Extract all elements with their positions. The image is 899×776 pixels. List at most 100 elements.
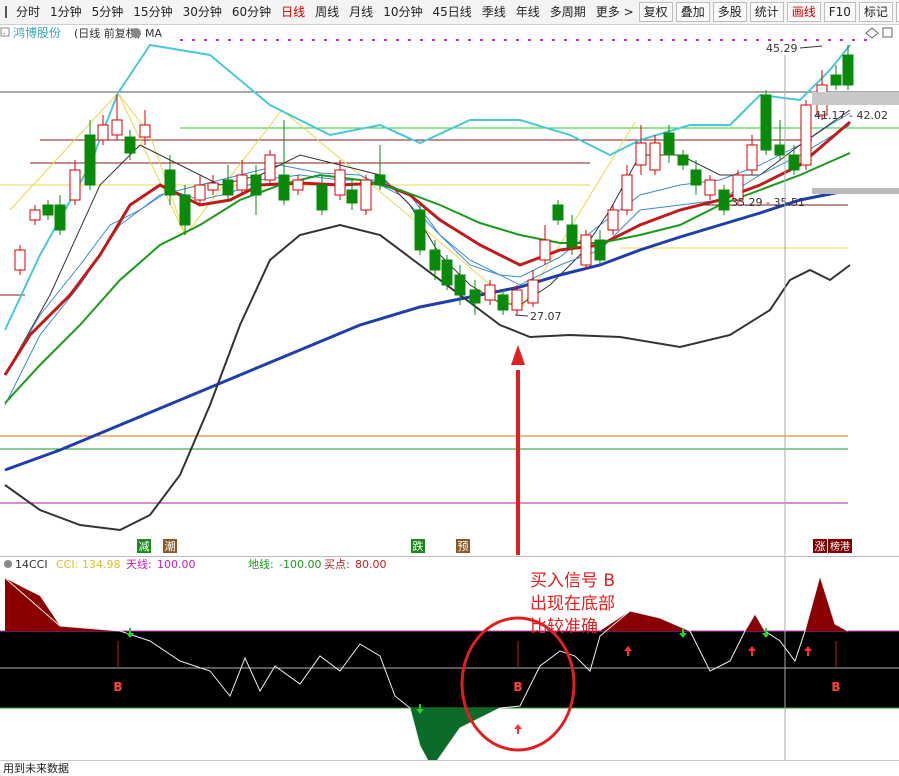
candle-body (454, 274, 466, 296)
cci-label: CCI: (56, 558, 78, 571)
candle-body (69, 169, 81, 201)
candle-body (278, 174, 290, 201)
high-price-label: 45.29 (766, 42, 798, 55)
mid-label: 35.29 - 35.51 (731, 196, 805, 209)
top-dotted-line (180, 39, 760, 41)
cci-settings-icon[interactable] (4, 560, 12, 568)
candle-body (164, 169, 176, 196)
up-arrow-icon (514, 724, 522, 734)
period-tab-7[interactable]: 周线 (310, 0, 344, 24)
candle-body (222, 179, 234, 196)
candle-body (346, 189, 358, 204)
candle-body (607, 209, 619, 231)
kline-chart[interactable]: - 鸿博股份 (日线 前复权) MA 45.29 41.17 - 42.02 3… (0, 25, 899, 555)
candle-body (414, 209, 426, 251)
candle-body (441, 259, 453, 286)
candle-body (511, 289, 523, 311)
candle-body (704, 179, 716, 196)
candle-body (42, 204, 54, 216)
candle-body (194, 184, 206, 201)
candle-body (527, 279, 539, 304)
candle-body (14, 249, 26, 271)
panel-toggle-icon[interactable] (5, 6, 7, 18)
candle-body (566, 224, 578, 248)
toolbar-button-0[interactable]: 复权 (638, 2, 673, 22)
tianxian-label: 天线: (126, 557, 152, 571)
candle-body (360, 179, 372, 211)
toolbar-button-2[interactable]: 多股 (712, 2, 747, 22)
toolbar-button-6[interactable]: 标记 (858, 2, 893, 22)
candle-body (179, 194, 191, 226)
cci-overbought-fill (5, 578, 120, 631)
period-tab-8[interactable]: 月线 (344, 0, 378, 24)
candle-body (292, 179, 304, 191)
period-tab-1[interactable]: 1分钟 (45, 0, 87, 24)
range-label: 41.17 - 42.02 (814, 109, 888, 122)
candle-body (774, 144, 786, 156)
candle-body (236, 174, 248, 191)
period-tab-6[interactable]: 日线 (276, 0, 310, 24)
buy-signal-b: B (513, 680, 522, 694)
period-tab-3[interactable]: 15分钟 (128, 0, 177, 24)
period-tab-4[interactable]: 30分钟 (178, 0, 227, 24)
settings-gear-icon[interactable] (131, 28, 141, 38)
indicator-name: MA (145, 27, 162, 40)
candle-body (690, 169, 702, 186)
candle-body (250, 174, 262, 196)
period-tab-11[interactable]: 季线 (477, 0, 511, 24)
dixian-value: -100.00 (279, 558, 321, 571)
toolbar-button-3[interactable]: 统计 (749, 2, 784, 22)
candle-body (334, 169, 346, 196)
cci-title: 14CCI (15, 558, 48, 571)
signal-yu: 预 (458, 540, 469, 553)
candle-body (760, 94, 772, 151)
period-tab-5[interactable]: 60分钟 (227, 0, 276, 24)
cci-indicator-chart[interactable]: 14CCI CCI: 134.98 天线: 100.00 地线: -100.00… (0, 556, 899, 760)
maximize-icon[interactable] (882, 27, 893, 38)
buy-point-label: 买点: (324, 558, 350, 571)
toolbar-button-1[interactable]: 叠加 (675, 2, 710, 22)
period-tab-2[interactable]: 5分钟 (87, 0, 129, 24)
candle-body (316, 184, 328, 211)
cci-band (0, 631, 899, 708)
candle-body (594, 239, 606, 261)
period-tab-12[interactable]: 年线 (511, 0, 545, 24)
candle-body (621, 174, 633, 211)
candle-body (84, 134, 96, 186)
period-tab-0[interactable]: 分时 (11, 0, 45, 24)
candle-body (139, 124, 151, 138)
period-tab-13[interactable]: 多周期 (545, 0, 591, 24)
toolbar-button-5[interactable]: F10 (823, 2, 856, 22)
signal-jian: 减 (139, 540, 150, 553)
status-text: 用到未来数据 (3, 762, 69, 775)
candle-body (54, 204, 66, 231)
ma-lines (3, 43, 851, 532)
candle-body (124, 136, 136, 154)
candle-body (580, 234, 592, 266)
period-tab-14[interactable]: 更多 > (591, 0, 639, 24)
candle-body (539, 239, 551, 261)
candle-body (552, 204, 564, 221)
candle-body (429, 249, 441, 271)
period-tab-10[interactable]: 45日线 (427, 0, 476, 24)
candle-body (264, 154, 276, 181)
toolbar-button-4[interactable]: 画线 (786, 2, 821, 22)
period-tab-9[interactable]: 10分钟 (378, 0, 427, 24)
boll-mid (4, 112, 851, 406)
candle-body (469, 289, 481, 304)
annotation-arrowhead (511, 345, 525, 365)
candle-body (374, 174, 386, 186)
boll-upper (4, 43, 851, 331)
annotation-line2: 出现在底部 (530, 594, 615, 614)
candle-body (111, 119, 123, 136)
candle-body (497, 294, 509, 311)
candle-body (649, 142, 661, 171)
candle-body (830, 74, 842, 86)
candle-body (718, 189, 730, 211)
candle-body (29, 209, 41, 221)
buy-point-value: 80.00 (355, 558, 387, 571)
nav-diamond-icon[interactable] (865, 27, 879, 39)
candle-body (677, 154, 689, 166)
candle-body (97, 124, 109, 141)
candle-body (800, 104, 812, 166)
